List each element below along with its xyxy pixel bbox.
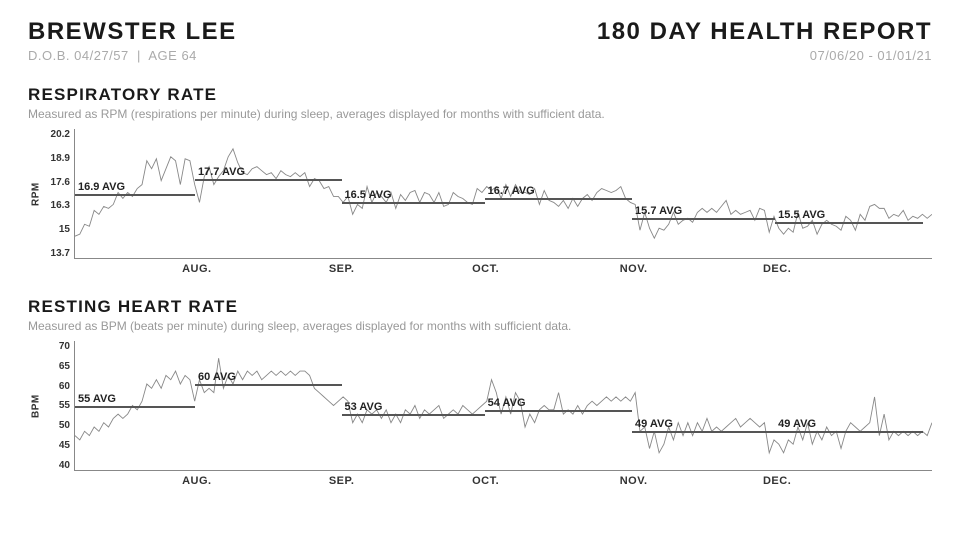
month-avg-line: [775, 431, 923, 433]
ytick: 18.9: [44, 153, 70, 164]
month-avg-label: 17.7 AVG: [198, 166, 245, 179]
heart-chart: BPM 70 65 60 55 50 45 40 55 AVG 60 AVG 53 AVG 54 …: [28, 341, 932, 471]
dob-label: D.O.B.: [28, 48, 70, 63]
ytick: 15: [44, 224, 70, 235]
ytick: 65: [44, 361, 70, 372]
month-avg-line: [195, 179, 342, 181]
month-avg-line: [485, 410, 632, 412]
heart-subtitle: Measured as BPM (beats per minute) durin…: [28, 319, 932, 333]
ytick: 40: [44, 460, 70, 471]
month-avg-line: [632, 218, 775, 220]
heart-yaxis: 70 65 60 55 50 45 40: [44, 341, 74, 471]
age-value: 64: [181, 48, 196, 63]
respiratory-plot: 16.9 AVG 17.7 AVG 16.5 AVG 16.7 AVG 15.7 AVG…: [74, 129, 932, 259]
heart-xaxis: AUG. SEP. OCT. NOV. DEC.: [74, 475, 932, 489]
ytick: 50: [44, 420, 70, 431]
patient-block: BREWSTER LEE D.O.B. 04/27/57 | AGE 64: [28, 18, 237, 63]
respiratory-xaxis: AUG. SEP. OCT. NOV. DEC.: [74, 263, 932, 277]
respiratory-chart: RPM 20.2 18.9 17.6 16.3 15 13.7 16.9 AVG 17.7 …: [28, 129, 932, 259]
respiratory-section: RESPIRATORY RATE Measured as RPM (respir…: [28, 85, 932, 277]
ytick: 17.6: [44, 177, 70, 188]
ytick: 20.2: [44, 129, 70, 140]
dob-value: 04/27/57: [74, 48, 129, 63]
month-avg-line: [485, 198, 632, 200]
xtick: NOV.: [620, 475, 648, 487]
month-avg-label: 16.5 AVG: [345, 189, 392, 202]
month-avg-line: [775, 222, 923, 224]
month-avg-label: 54 AVG: [488, 397, 526, 410]
month-avg-label: 49 AVG: [778, 418, 816, 431]
ytick: 70: [44, 341, 70, 352]
month-avg-label: 55 AVG: [78, 393, 116, 406]
heart-plot: 55 AVG 60 AVG 53 AVG 54 AVG 49 AVG 49 AVG: [74, 341, 932, 471]
respiratory-title: RESPIRATORY RATE: [28, 85, 932, 105]
xtick: NOV.: [620, 263, 648, 275]
heart-title: RESTING HEART RATE: [28, 297, 932, 317]
month-avg-line: [342, 414, 485, 416]
month-avg-line: [75, 194, 195, 196]
report-date-range: 07/06/20 - 01/01/21: [597, 48, 932, 63]
age-label: AGE: [148, 48, 177, 63]
ytick: 13.7: [44, 248, 70, 259]
month-avg-line: [195, 384, 342, 386]
respiratory-subtitle: Measured as RPM (respirations per minute…: [28, 107, 932, 121]
month-avg-label: 60 AVG: [198, 371, 236, 384]
respiratory-yaxis: 20.2 18.9 17.6 16.3 15 13.7: [44, 129, 74, 259]
month-avg-label: 15.5 AVG: [778, 209, 825, 222]
month-avg-label: 16.7 AVG: [488, 185, 535, 198]
report-header: BREWSTER LEE D.O.B. 04/27/57 | AGE 64 18…: [28, 18, 932, 63]
xtick: OCT.: [472, 475, 499, 487]
month-avg-line: [342, 202, 485, 204]
respiratory-ylabel: RPM: [28, 129, 44, 259]
patient-name: BREWSTER LEE: [28, 18, 237, 46]
ytick: 60: [44, 381, 70, 392]
xtick: DEC.: [763, 263, 791, 275]
xtick: SEP.: [329, 263, 355, 275]
xtick: OCT.: [472, 263, 499, 275]
month-avg-label: 15.7 AVG: [635, 205, 682, 218]
report-title: 180 DAY HEALTH REPORT: [597, 18, 932, 46]
ytick: 55: [44, 400, 70, 411]
xtick: AUG.: [182, 475, 212, 487]
month-avg-label: 16.9 AVG: [78, 181, 125, 194]
heart-section: RESTING HEART RATE Measured as BPM (beat…: [28, 297, 932, 489]
ytick: 45: [44, 440, 70, 451]
xtick: DEC.: [763, 475, 791, 487]
patient-meta: D.O.B. 04/27/57 | AGE 64: [28, 48, 237, 63]
month-avg-label: 49 AVG: [635, 418, 673, 431]
month-avg-line: [632, 431, 775, 433]
ytick: 16.3: [44, 200, 70, 211]
heart-ylabel: BPM: [28, 341, 44, 471]
report-block: 180 DAY HEALTH REPORT 07/06/20 - 01/01/2…: [597, 18, 932, 63]
month-avg-line: [75, 406, 195, 408]
month-avg-label: 53 AVG: [345, 401, 383, 414]
xtick: AUG.: [182, 263, 212, 275]
xtick: SEP.: [329, 475, 355, 487]
